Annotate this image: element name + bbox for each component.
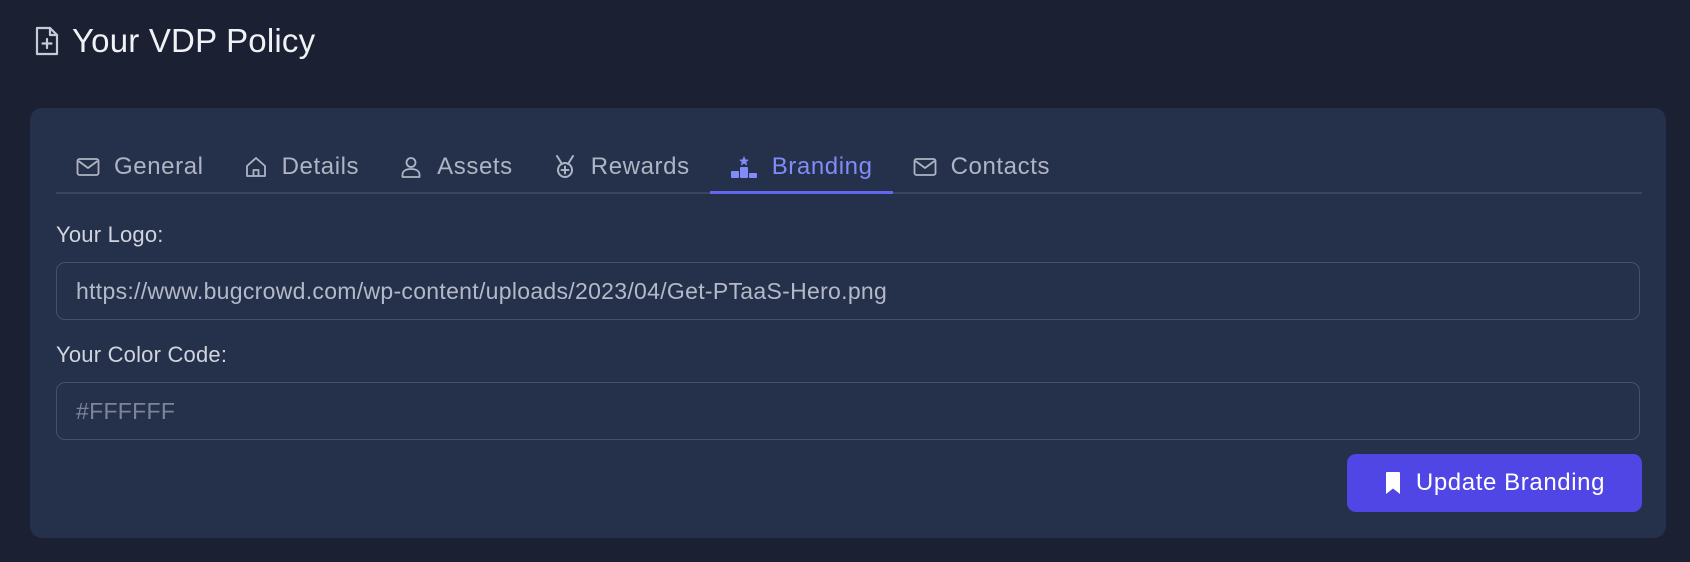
logo-url-input[interactable]: [56, 262, 1640, 320]
tab-label: Assets: [437, 153, 513, 180]
home-icon: [244, 155, 268, 179]
color-code-input[interactable]: [56, 382, 1640, 440]
policy-card: General Details Assets Rewards Branding …: [30, 108, 1666, 538]
tab-label: General: [114, 153, 204, 180]
mail-icon: [76, 157, 100, 177]
bookmark-icon: [1384, 471, 1402, 495]
tab-contacts[interactable]: Contacts: [893, 142, 1071, 192]
update-branding-label: Update Branding: [1415, 469, 1606, 496]
logo-label: Your Logo:: [56, 222, 164, 247]
tab-label: Branding: [771, 153, 873, 180]
podium-icon: [730, 155, 758, 179]
tab-details[interactable]: Details: [224, 142, 380, 192]
tab-rewards[interactable]: Rewards: [533, 142, 710, 192]
color-code-label: Your Color Code:: [56, 342, 228, 367]
file-plus-icon: [34, 25, 60, 57]
tab-label: Details: [281, 153, 360, 180]
tab-label: Contacts: [950, 153, 1051, 180]
page-header: Your VDP Policy: [34, 18, 315, 64]
tab-branding[interactable]: Branding: [709, 142, 893, 194]
user-icon: [399, 155, 423, 179]
tab-assets[interactable]: Assets: [379, 142, 533, 192]
update-branding-button[interactable]: Update Branding: [1347, 454, 1642, 512]
medal-icon: [553, 154, 577, 180]
mail-icon: [913, 157, 937, 177]
tab-label: Rewards: [590, 153, 690, 180]
page-title: Your VDP Policy: [72, 22, 316, 59]
tab-general[interactable]: General: [56, 142, 224, 192]
tab-bar: General Details Assets Rewards Branding …: [56, 142, 1642, 194]
